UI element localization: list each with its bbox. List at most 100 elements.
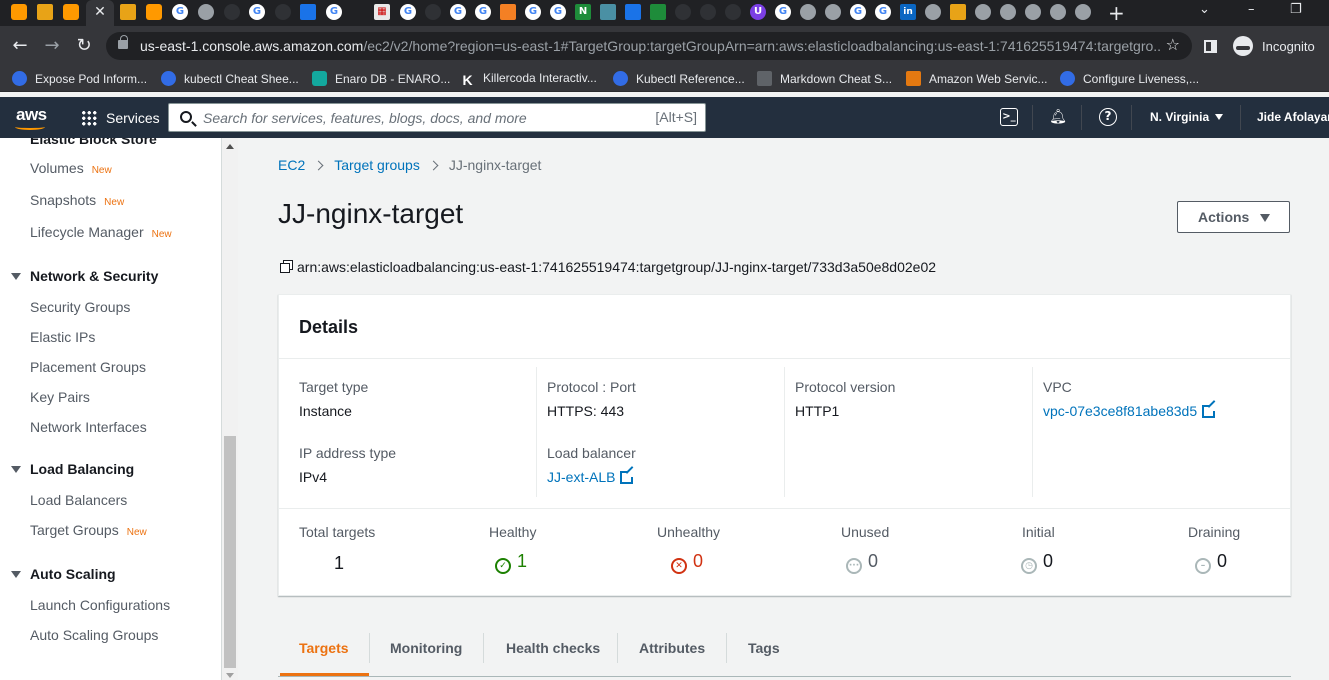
bookmark-item[interactable]: Amazon Web Servic... (906, 71, 1048, 89)
services-grid-icon[interactable] (81, 110, 97, 126)
aws-icon[interactable] (63, 4, 79, 20)
address-bar[interactable]: us-east-1.console.aws.amazon.com/ec2/v2/… (106, 32, 1192, 60)
google-icon[interactable]: G (450, 4, 466, 20)
google-icon[interactable]: G (775, 4, 791, 20)
sidebar-section-auto-scaling[interactable]: Auto Scaling (11, 566, 116, 582)
helm-icon[interactable] (725, 4, 741, 20)
back-icon[interactable]: ← (8, 34, 32, 58)
udemy-icon[interactable]: U (750, 4, 766, 20)
tab-attributes[interactable]: Attributes (639, 633, 705, 665)
sidebar-item-key-pairs[interactable]: Key Pairs (30, 389, 90, 405)
sidebar-section-network-security[interactable]: Network & Security (11, 268, 158, 284)
person-icon[interactable] (825, 4, 841, 20)
sidebar-section-load-balancing[interactable]: Load Balancing (11, 461, 134, 477)
tab-tags[interactable]: Tags (748, 633, 780, 665)
scroll-thumb[interactable] (224, 436, 236, 668)
github-icon[interactable] (425, 4, 441, 20)
breadcrumb-ec2-link[interactable]: EC2 (278, 157, 305, 173)
google-icon[interactable]: G (850, 4, 866, 20)
github-icon[interactable] (275, 4, 291, 20)
box-icon[interactable] (950, 4, 966, 20)
linkedin-icon[interactable]: in (900, 4, 916, 20)
sidebar-item-snapshots[interactable]: Snapshots New (30, 192, 124, 208)
github-icon[interactable] (198, 4, 214, 20)
side-panel-icon[interactable] (1204, 40, 1217, 53)
sidebar-item-target-groups[interactable]: Target Groups New (30, 522, 147, 538)
bookmark-item[interactable]: K Killercoda Interactiv... (460, 71, 596, 89)
unhealthy-count[interactable]: ✕ 0 (671, 551, 703, 574)
google-icon[interactable]: G (525, 4, 541, 20)
incognito-icon[interactable] (1233, 36, 1253, 56)
sidebar-scrollbar[interactable] (222, 138, 238, 680)
google-icon[interactable]: G (400, 4, 416, 20)
google-icon[interactable]: G (326, 4, 342, 20)
google-icon[interactable]: G (550, 4, 566, 20)
account-menu[interactable]: Jide Afolayan (1257, 110, 1329, 124)
copy-icon[interactable] (280, 260, 293, 273)
bookmark-star-icon[interactable]: ☆ (1166, 35, 1180, 54)
vpc-link[interactable]: vpc-07e3ce8f81abe83d5 (1043, 400, 1217, 419)
load-balancer-link[interactable]: JJ-ext-ALB (547, 466, 635, 485)
breadcrumb-target-groups-link[interactable]: Target groups (334, 157, 420, 173)
bell-icon[interactable]: 🔔︎ (1049, 108, 1067, 126)
tab-health-checks[interactable]: Health checks (506, 633, 600, 665)
box-icon[interactable] (120, 4, 136, 20)
sidebar-item-elastic-ips[interactable]: Elastic IPs (30, 329, 95, 345)
sidebar-item-auto-scaling-groups[interactable]: Auto Scaling Groups (30, 627, 158, 643)
terraform-icon[interactable] (675, 4, 691, 20)
calendar-icon[interactable]: ▦ (374, 4, 390, 20)
box-icon[interactable] (37, 4, 53, 20)
bookmark-item[interactable]: kubectl Cheat Shee... (161, 71, 299, 89)
incognito-icon[interactable] (925, 4, 941, 20)
new-tab-button[interactable]: + (1108, 1, 1125, 25)
forward-icon[interactable]: → (40, 34, 64, 58)
google-icon[interactable]: G (875, 4, 891, 20)
aws-icon[interactable] (146, 4, 162, 20)
scroll-down-arrow-icon[interactable] (226, 673, 234, 678)
google-icon[interactable] (1025, 4, 1041, 20)
unused-count[interactable]: ··· 0 (846, 551, 878, 574)
close-icon[interactable]: ✕ (86, 0, 114, 26)
url-text[interactable]: us-east-1.console.aws.amazon.com/ec2/v2/… (140, 38, 1160, 54)
scroll-up-arrow-icon[interactable] (226, 144, 234, 149)
kubeclarity-icon[interactable] (625, 4, 641, 20)
reload-icon[interactable]: ↻ (72, 34, 96, 58)
aws-icon[interactable] (11, 4, 27, 20)
actions-button[interactable]: Actions (1177, 201, 1290, 233)
region-selector[interactable]: N. Virginia (1150, 110, 1224, 124)
help-icon[interactable]: ? (1099, 108, 1117, 126)
sidebar-item-load-balancers[interactable]: Load Balancers (30, 492, 127, 508)
lock-icon[interactable] (118, 35, 128, 49)
terminal-icon[interactable] (650, 4, 666, 20)
tab-monitoring[interactable]: Monitoring (390, 633, 462, 665)
google-icon[interactable]: G (475, 4, 491, 20)
sidebar-item-volumes[interactable]: Volumes New (30, 160, 112, 176)
google-icon[interactable] (1050, 4, 1066, 20)
github-icon[interactable] (700, 4, 716, 20)
sidebar-item-launch-configurations[interactable]: Launch Configurations (30, 597, 170, 613)
bookmark-item[interactable]: Expose Pod Inform... (12, 71, 147, 89)
google-icon[interactable]: G (172, 4, 188, 20)
tab-search-icon[interactable]: ⌄ (1199, 2, 1210, 17)
ansible-icon[interactable] (600, 4, 616, 20)
incognito-label[interactable]: Incognito (1262, 39, 1315, 54)
azure-icon[interactable] (300, 4, 316, 20)
healthy-count[interactable]: ✓ 1 (495, 551, 527, 574)
search-box[interactable]: [Alt+S] (168, 103, 706, 132)
google-icon[interactable] (1075, 4, 1091, 20)
bookmark-item[interactable]: Enaro DB - ENARO... (312, 71, 450, 89)
github-icon[interactable] (224, 4, 240, 20)
aws-logo[interactable]: aws (16, 105, 47, 125)
google-icon[interactable] (1000, 4, 1016, 20)
sidebar-item-security-groups[interactable]: Security Groups (30, 299, 130, 315)
bookmark-item[interactable]: Kubectl Reference... (613, 71, 745, 89)
stackoverflow-icon[interactable] (500, 4, 516, 20)
sidebar-section-elastic-block-store[interactable]: Elastic Block Store (30, 138, 157, 147)
bookmark-item[interactable]: Configure Liveness,... (1060, 71, 1199, 89)
google-icon[interactable]: G (249, 4, 265, 20)
restore-icon[interactable]: ❐ (1290, 2, 1302, 17)
draining-count[interactable]: –0 (1195, 551, 1227, 574)
initial-count[interactable]: ◷ 0 (1021, 551, 1053, 574)
nginx-icon[interactable]: N (575, 4, 591, 20)
services-menu-button[interactable]: Services (106, 110, 160, 126)
